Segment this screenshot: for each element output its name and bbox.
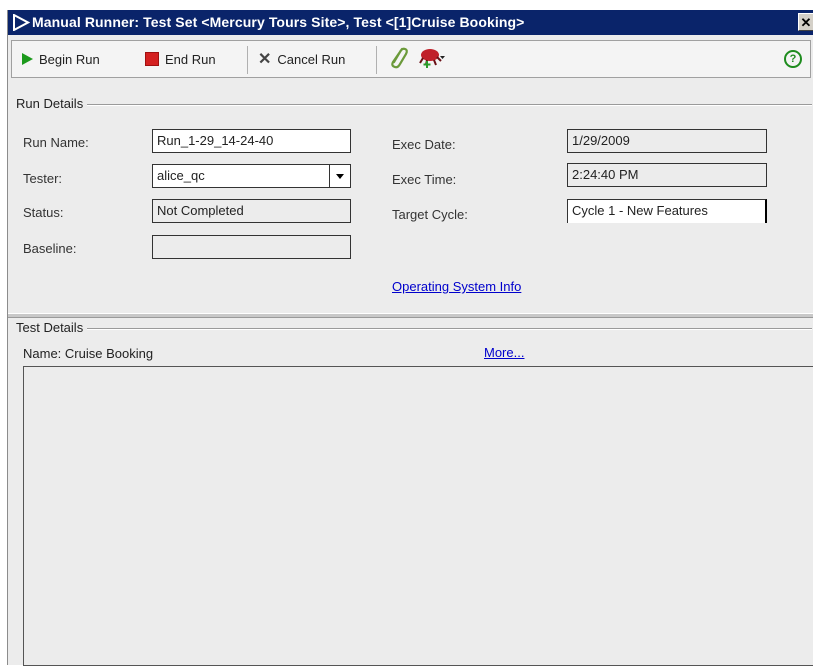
more-link[interactable]: More... bbox=[484, 345, 524, 360]
test-description-area[interactable] bbox=[23, 366, 813, 666]
run-arrow-icon bbox=[13, 14, 30, 31]
add-defect-icon bbox=[419, 49, 445, 68]
run-details-group-label: Run Details bbox=[16, 96, 88, 111]
run-name-field[interactable]: Run_1-29_14-24-40 bbox=[152, 129, 351, 153]
attachments-button[interactable] bbox=[387, 47, 409, 69]
chevron-down-icon[interactable] bbox=[329, 165, 350, 187]
pane-splitter[interactable] bbox=[8, 313, 813, 318]
title-bar[interactable]: Manual Runner: Test Set <Mercury Tours S… bbox=[8, 10, 813, 35]
exec-date-field: 1/29/2009 bbox=[567, 129, 767, 153]
manual-runner-window: Manual Runner: Test Set <Mercury Tours S… bbox=[7, 10, 813, 666]
run-details-group-line bbox=[16, 104, 812, 106]
test-details-group-label: Test Details bbox=[16, 320, 88, 335]
target-cycle-label: Target Cycle: bbox=[392, 207, 468, 222]
cancel-run-button[interactable]: ✕ Cancel Run bbox=[258, 48, 345, 70]
begin-run-button[interactable]: Begin Run bbox=[22, 48, 100, 70]
end-run-button[interactable]: End Run bbox=[145, 48, 216, 70]
baseline-field bbox=[152, 235, 351, 259]
cancel-x-icon: ✕ bbox=[258, 51, 272, 68]
run-name-label: Run Name: bbox=[23, 135, 89, 150]
play-icon bbox=[22, 53, 33, 65]
cancel-run-label: Cancel Run bbox=[277, 51, 346, 67]
status-label: Status: bbox=[23, 205, 64, 220]
toolbar-separator bbox=[376, 46, 377, 74]
add-defect-button[interactable] bbox=[418, 47, 446, 69]
help-icon[interactable]: ? bbox=[784, 50, 802, 68]
window-title: Manual Runner: Test Set <Mercury Tours S… bbox=[32, 14, 525, 30]
exec-time-field: 2:24:40 PM bbox=[567, 163, 767, 187]
stop-icon bbox=[145, 52, 159, 66]
test-details-group-line bbox=[16, 328, 812, 330]
test-name-text: Name: Cruise Booking bbox=[23, 346, 154, 361]
exec-date-label: Exec Date: bbox=[392, 137, 456, 152]
target-cycle-field[interactable]: Cycle 1 - New Features bbox=[567, 199, 767, 223]
operating-system-info-link[interactable]: Operating System Info bbox=[392, 279, 521, 294]
tester-value: alice_qc bbox=[157, 168, 205, 183]
exec-time-label: Exec Time: bbox=[392, 172, 457, 187]
tester-label: Tester: bbox=[23, 171, 63, 186]
toolbar: Begin Run End Run ✕ Cancel Run ? bbox=[11, 40, 811, 78]
baseline-label: Baseline: bbox=[23, 241, 77, 256]
tester-combo[interactable]: alice_qc bbox=[152, 164, 351, 188]
end-run-label: End Run bbox=[165, 51, 216, 67]
toolbar-separator bbox=[247, 46, 248, 74]
close-button[interactable]: ✕ bbox=[798, 13, 813, 31]
paperclip-icon bbox=[391, 47, 408, 69]
begin-run-label: Begin Run bbox=[39, 51, 100, 67]
status-field: Not Completed bbox=[152, 199, 351, 223]
